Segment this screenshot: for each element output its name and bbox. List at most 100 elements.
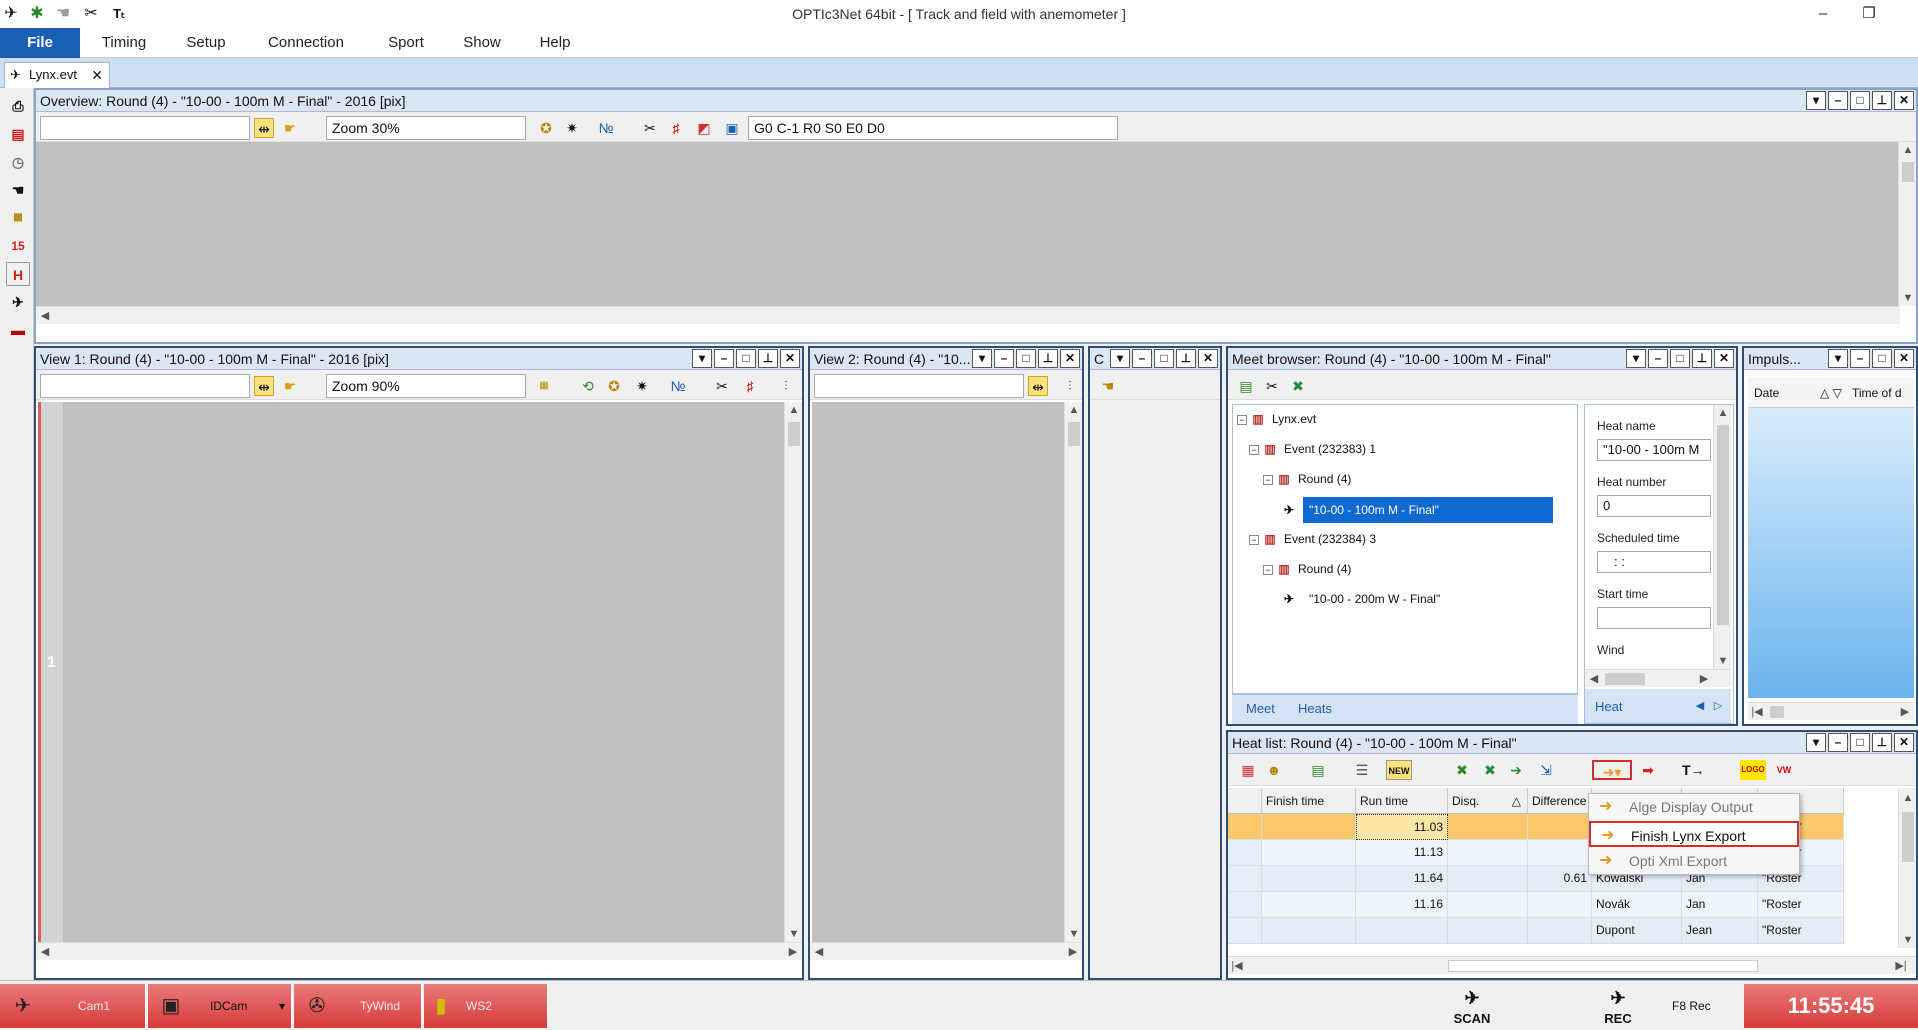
tywind-tab[interactable]: ✇ TyWind xyxy=(294,984,422,1028)
panel-pin-button[interactable]: ⊥ xyxy=(1872,733,1892,752)
panel-maximize-button[interactable]: □ xyxy=(1850,733,1870,752)
pdf-icon[interactable]: ▤ xyxy=(6,122,30,146)
overflow-icon[interactable]: ⋮ xyxy=(776,376,796,396)
panel-pin-button[interactable]: ⊥ xyxy=(1872,91,1892,110)
arrow-right-icon[interactable]: ➡ xyxy=(1638,760,1658,780)
menu-timing[interactable]: Timing xyxy=(92,28,156,58)
tree-item-round[interactable]: − ▥ Round (4) xyxy=(1263,469,1351,489)
scissors-icon[interactable]: ✂ xyxy=(712,376,732,396)
grid-header-run-time[interactable]: Run time xyxy=(1356,788,1448,814)
panel-close-button[interactable]: ✕ xyxy=(1894,349,1914,368)
chevron-down-icon[interactable]: ▾ xyxy=(279,984,285,1028)
grid-cell-run[interactable]: 11.13 xyxy=(1356,840,1448,866)
menu-item-opti-xml-export[interactable]: ➜ Opti Xml Export xyxy=(1589,848,1799,874)
panel-menu-button[interactable]: ▾ xyxy=(1806,91,1826,110)
ws2-tab[interactable]: ▮ WS2 xyxy=(424,984,548,1028)
remove-red-icon[interactable]: ✖ xyxy=(1480,760,1500,780)
camera-icon[interactable]: ✈ xyxy=(6,290,30,314)
menu-item-alge-display-output[interactable]: ➜ Alge Display Output xyxy=(1589,794,1799,820)
grid-header-finish-time[interactable]: Finish time xyxy=(1262,788,1356,814)
palette-icon[interactable]: ✪ xyxy=(604,376,624,396)
color-icon[interactable]: ◩ xyxy=(694,118,714,138)
panel-maximize-button[interactable]: □ xyxy=(736,349,756,368)
text-transfer-icon[interactable]: T→ xyxy=(1682,760,1705,780)
filter-list-icon[interactable]: ☰ xyxy=(1352,760,1372,780)
grid-cell-finish[interactable] xyxy=(1262,892,1356,918)
view2-hscroll[interactable]: ◀ ▶ xyxy=(810,942,1082,960)
menu-item-finish-lynx-export[interactable]: ➜ Finish Lynx Export xyxy=(1589,821,1799,847)
panel-close-button[interactable]: ✕ xyxy=(1060,349,1080,368)
view2-image-area[interactable] xyxy=(812,402,1064,942)
sixteen-icon[interactable]: ♯ xyxy=(740,376,760,396)
fit-icon[interactable]: ⇹ xyxy=(1028,376,1048,396)
tools-icon[interactable]: ✂ xyxy=(1262,376,1282,396)
panel-maximize-button[interactable]: □ xyxy=(1670,349,1690,368)
overview-image-area[interactable] xyxy=(36,142,1900,306)
panel-close-button[interactable]: ✕ xyxy=(1894,733,1914,752)
vw-button[interactable]: VW xyxy=(1774,760,1794,780)
grid-cell[interactable] xyxy=(1228,866,1262,892)
grid-header-disq[interactable]: Disq. △ xyxy=(1448,788,1528,814)
grid-cell-run[interactable]: 11.03 xyxy=(1356,814,1448,840)
heat-icon[interactable]: H xyxy=(6,262,30,286)
open-meet-icon[interactable]: ▤ xyxy=(1236,376,1256,396)
grid-cell-first[interactable]: Jan xyxy=(1682,892,1758,918)
scissors-icon[interactable]: ✂ xyxy=(640,118,660,138)
view1-image-area[interactable]: 1 xyxy=(38,402,784,942)
impulse-list[interactable] xyxy=(1748,408,1914,698)
menu-setup[interactable]: Setup xyxy=(176,28,236,58)
panel-pin-button[interactable]: ⊥ xyxy=(758,349,778,368)
brightness-icon[interactable]: ✷ xyxy=(632,376,652,396)
menu-help[interactable]: Help xyxy=(528,28,582,58)
grid-cell-diff[interactable]: 0.61 xyxy=(1528,866,1592,892)
menu-file[interactable]: File xyxy=(0,28,80,58)
heat-sheet-icon[interactable]: ▦ xyxy=(1238,760,1258,780)
grid-cell[interactable] xyxy=(1448,866,1528,892)
panel-minimize-button[interactable]: – xyxy=(1132,349,1152,368)
grid-cell[interactable] xyxy=(1228,892,1262,918)
hand-icon[interactable]: ☚ xyxy=(1098,376,1118,396)
panel-close-button[interactable]: ✕ xyxy=(1198,349,1218,368)
logo-button[interactable]: LOGO xyxy=(1740,760,1766,780)
panel-menu-button[interactable]: ▾ xyxy=(1828,349,1848,368)
panel-minimize-button[interactable]: – xyxy=(1828,733,1848,752)
menu-show[interactable]: Show xyxy=(454,28,510,58)
rec-button[interactable]: ✈ REC xyxy=(1596,985,1640,1029)
grid-cell-diff[interactable] xyxy=(1528,892,1592,918)
grid-cell[interactable] xyxy=(1448,892,1528,918)
tab-next-icon[interactable]: ▷ xyxy=(1709,699,1727,712)
panel-pin-button[interactable]: ⊥ xyxy=(1176,349,1196,368)
heat-grid-hscroll[interactable]: |◀ ▶| xyxy=(1228,956,1916,974)
view1-zoom-select[interactable]: Zoom 90% xyxy=(326,374,526,398)
overview-hscroll[interactable]: ◀ xyxy=(36,306,1900,324)
grid-cell-first[interactable]: Jean xyxy=(1682,918,1758,944)
remove-green-icon[interactable]: ✖ xyxy=(1452,760,1472,780)
grid-cell-name[interactable]: Dupont xyxy=(1592,918,1682,944)
tree-item-event[interactable]: − ▥ Event (232384) 3 xyxy=(1249,529,1376,549)
refresh-icon[interactable]: ⟲ xyxy=(578,376,598,396)
grid-cell[interactable] xyxy=(1228,814,1262,840)
monitor-icon[interactable]: ▣ xyxy=(722,118,742,138)
new-heat-button[interactable]: NEW xyxy=(1386,760,1412,780)
grid-cell[interactable] xyxy=(1448,814,1528,840)
people-icon[interactable]: ☻ xyxy=(1264,760,1284,780)
impulse-col-time[interactable]: Time of d xyxy=(1852,386,1902,400)
props-hscroll[interactable]: ◀ ▶ xyxy=(1585,669,1731,687)
overflow-icon[interactable]: ⋮ xyxy=(1060,376,1080,396)
menu-connection[interactable]: Connection xyxy=(258,28,354,58)
doc-tab-lynx[interactable]: ✈ Lynx.evt ✕ xyxy=(4,62,110,88)
grid-cell[interactable] xyxy=(1228,918,1262,944)
fit-icon[interactable]: ⇹ xyxy=(254,118,274,138)
panel-pin-button[interactable]: ⊥ xyxy=(1038,349,1058,368)
grid-cell-diff[interactable] xyxy=(1528,840,1592,866)
panel-minimize-button[interactable]: – xyxy=(1648,349,1668,368)
grid-cell-name[interactable]: Novák xyxy=(1592,892,1682,918)
impulse-col-date[interactable]: Date xyxy=(1754,386,1779,400)
panel-menu-button[interactable]: ▾ xyxy=(1110,349,1130,368)
bib-icon[interactable]: 15 xyxy=(6,234,30,258)
panel-maximize-button[interactable]: □ xyxy=(1154,349,1174,368)
sort-icon[interactable]: △ ▽ xyxy=(1820,386,1842,400)
overview-vscroll[interactable]: ▲ ▼ xyxy=(1898,142,1916,306)
panel-minimize-button[interactable]: – xyxy=(1828,91,1848,110)
idcam-tab[interactable]: ▣ IDCam ▾ xyxy=(148,984,292,1028)
